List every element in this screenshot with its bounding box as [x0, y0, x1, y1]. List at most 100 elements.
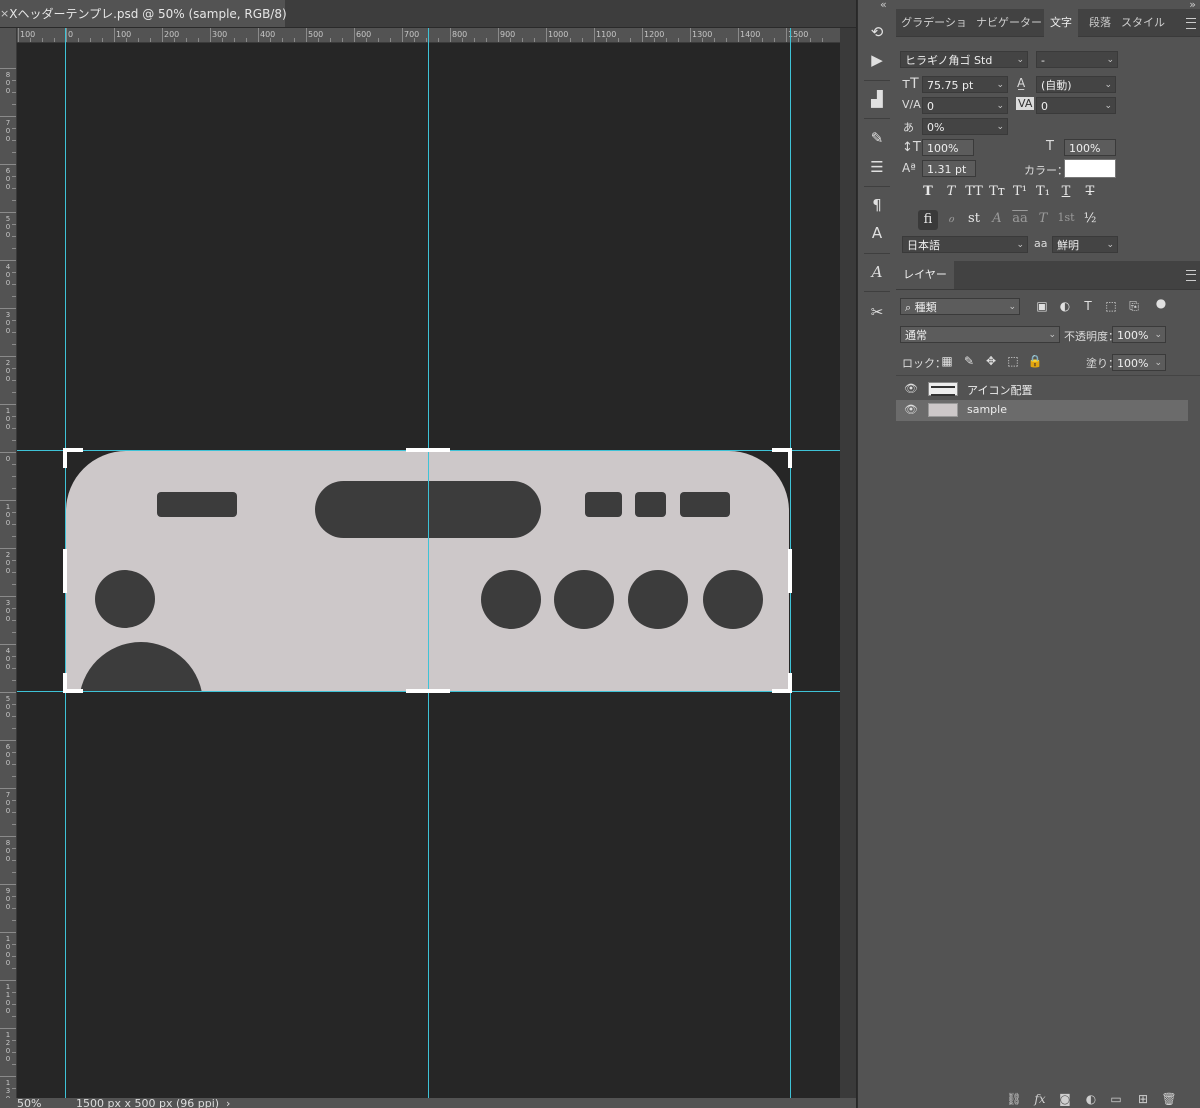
subscript-button[interactable]: T₁: [1033, 184, 1053, 199]
tab-styles[interactable]: スタイル: [1118, 9, 1168, 37]
new-layer-icon[interactable]: ⊞: [1135, 1092, 1151, 1106]
leading-field[interactable]: (自動) ⌄: [1036, 76, 1116, 93]
filter-shape-icon[interactable]: ⬚: [1103, 299, 1119, 313]
vertical-scale-field[interactable]: 100%: [922, 139, 974, 156]
fx-icon[interactable]: fx: [1032, 1092, 1048, 1106]
lock-transparent-icon[interactable]: ▦: [939, 354, 955, 368]
tab-paragraph[interactable]: 段落: [1084, 9, 1116, 37]
faux-italic-button[interactable]: T: [941, 184, 961, 199]
ruler-minor-tick: [12, 944, 16, 945]
font-family-select[interactable]: ヒラギノ角ゴ Std ⌄: [900, 51, 1028, 68]
lock-image-icon[interactable]: ✎: [961, 354, 977, 368]
language-select[interactable]: 日本語 ⌄: [902, 236, 1028, 253]
guide-vertical-center[interactable]: [428, 28, 429, 1098]
transform-handle-bottom-center[interactable]: [406, 689, 450, 693]
blend-mode-select[interactable]: 通常 ⌄: [900, 326, 1060, 343]
swash-button[interactable]: A: [987, 211, 1007, 226]
fractions-button[interactable]: ½: [1080, 211, 1100, 226]
paragraph-icon[interactable]: ¶: [864, 195, 890, 215]
faux-bold-button[interactable]: T: [918, 184, 938, 199]
baseline-shift-field[interactable]: 1.31 pt: [922, 160, 976, 177]
antialias-select[interactable]: 鮮明 ⌄: [1052, 236, 1118, 253]
tab-layers[interactable]: レイヤー: [896, 261, 954, 289]
ligatures-button[interactable]: fi: [918, 210, 938, 230]
info-arrow-icon[interactable]: ›: [226, 1098, 230, 1108]
ruler-label: 1000: [5, 935, 11, 967]
kerning-field[interactable]: 0 ⌄: [922, 97, 1008, 114]
ruler-minor-tick: [12, 1088, 16, 1089]
add-mask-icon[interactable]: ◙: [1057, 1092, 1073, 1106]
text-color-swatch[interactable]: [1064, 159, 1116, 178]
stylistic-alternates-button[interactable]: aa: [1010, 211, 1030, 226]
underline-button[interactable]: T: [1056, 184, 1076, 199]
ruler-minor-tick: [12, 668, 16, 669]
eye-icon[interactable]: 👁: [904, 403, 918, 416]
history-brush-icon[interactable]: ⟲: [864, 22, 890, 42]
tool-presets-icon[interactable]: ✂: [864, 302, 890, 322]
transform-handle-middle-left[interactable]: [63, 549, 67, 593]
filter-image-icon[interactable]: ▣: [1034, 299, 1050, 313]
horizontal-ruler[interactable]: 100 0 100 200 300 400 500 600 700 800 900 1000 1100 1…: [0, 28, 840, 43]
zoom-level[interactable]: 50%: [17, 1098, 41, 1108]
layer-filter-select[interactable]: ⌕ 種類 ⌄: [900, 298, 1020, 315]
vertical-scrollbar[interactable]: [840, 28, 856, 1098]
panel-menu-icon[interactable]: [1186, 18, 1196, 29]
eye-icon[interactable]: 👁: [904, 382, 918, 395]
glyphs-icon[interactable]: A: [864, 262, 890, 282]
brush-settings-icon[interactable]: ✎: [864, 128, 890, 148]
ruler-minor-tick: [12, 296, 16, 297]
filter-adjustment-icon[interactable]: ◐: [1057, 299, 1073, 313]
stylistic-ligatures-button[interactable]: st: [964, 211, 984, 226]
lock-artboard-icon[interactable]: ⬚: [1005, 354, 1021, 368]
tsume-field[interactable]: 0% ⌄: [922, 118, 1008, 135]
transform-handle-middle-right[interactable]: [788, 549, 792, 593]
vertical-ruler[interactable]: 8007006005004003002001000100200300400500…: [0, 28, 17, 1098]
adjustments-icon[interactable]: ☰: [864, 157, 890, 177]
tab-navigator[interactable]: ナビゲーター: [974, 9, 1044, 37]
strikethrough-button[interactable]: T: [1080, 184, 1100, 199]
play-action-icon[interactable]: ▶: [864, 50, 890, 70]
layers-menu-icon[interactable]: [1186, 270, 1196, 281]
filter-type-icon[interactable]: T: [1080, 299, 1096, 313]
layer-row-selected[interactable]: 👁 sample: [896, 400, 1188, 421]
close-tab-icon[interactable]: ×: [0, 7, 9, 20]
tab-character[interactable]: 文字: [1044, 9, 1078, 37]
filter-toggle-icon[interactable]: ●: [1153, 296, 1169, 310]
font-style-select[interactable]: - ⌄: [1036, 51, 1118, 68]
new-group-icon[interactable]: ▭: [1108, 1092, 1124, 1106]
link-layers-icon[interactable]: ⛓: [1006, 1092, 1022, 1106]
discretionary-ligatures-button[interactable]: ℴ: [941, 211, 961, 226]
transform-handle-top-right[interactable]: [788, 448, 792, 468]
superscript-button[interactable]: T¹: [1010, 184, 1030, 199]
ruler-minor-tick: [330, 38, 331, 42]
all-caps-button[interactable]: TT: [964, 184, 984, 199]
trash-icon[interactable]: 🗑: [1161, 1092, 1177, 1106]
horizontal-scale-field[interactable]: 100%: [1064, 139, 1116, 156]
transform-handle-bottom-left[interactable]: [63, 673, 67, 693]
font-size-field[interactable]: 75.75 pt ⌄: [922, 76, 1008, 93]
document-tab[interactable]: × Xヘッダーテンプレ.psd @ 50% (sample, RGB/8): [0, 0, 287, 27]
lock-position-icon[interactable]: ✥: [983, 354, 999, 368]
filter-smart-object-icon[interactable]: ⎘: [1126, 299, 1142, 314]
layer-row[interactable]: 👁 アイコン配置: [896, 379, 1188, 400]
tracking-field[interactable]: 0 ⌄: [1036, 97, 1116, 114]
adjustment-layer-icon[interactable]: ◐: [1083, 1092, 1099, 1106]
ruler-label: 600: [5, 167, 11, 191]
ruler-minor-tick: [534, 38, 535, 42]
transform-handle-bottom-right[interactable]: [788, 673, 792, 693]
ruler-label: 500: [5, 215, 11, 239]
small-caps-button[interactable]: Tт: [987, 184, 1007, 199]
collapse-left-icon[interactable]: «: [880, 0, 887, 11]
histogram-icon[interactable]: ▟: [864, 89, 890, 109]
ruler-minor-tick: [12, 908, 16, 909]
tab-gradients[interactable]: グラデーショ: [898, 9, 970, 37]
transform-handle-top-center[interactable]: [406, 448, 450, 452]
character-icon[interactable]: A: [864, 223, 890, 243]
titling-alternates-button[interactable]: T: [1033, 211, 1053, 226]
lock-all-icon[interactable]: 🔒: [1027, 354, 1043, 368]
opacity-field[interactable]: 100% ⌄: [1112, 326, 1166, 343]
ruler-minor-tick: [12, 200, 16, 201]
ordinals-button[interactable]: 1st: [1056, 211, 1076, 224]
fill-field[interactable]: 100% ⌄: [1112, 354, 1166, 371]
transform-handle-top-left[interactable]: [63, 448, 67, 468]
